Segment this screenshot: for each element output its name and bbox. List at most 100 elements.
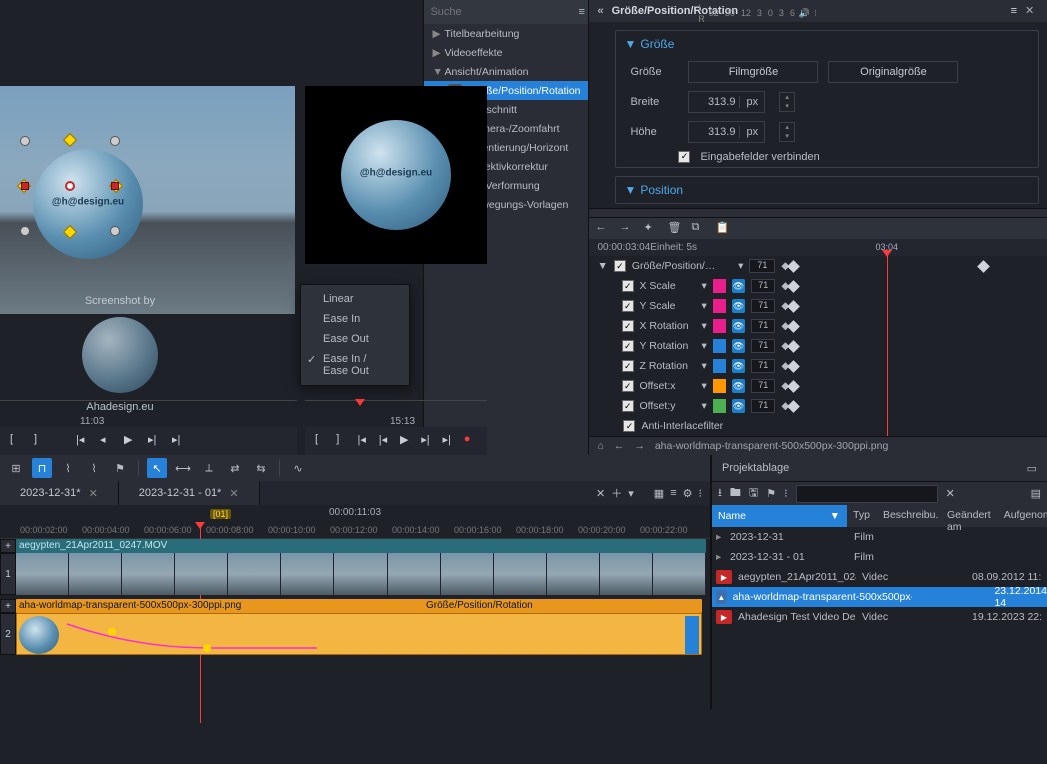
list-view-icon[interactable]: ≡ — [670, 487, 676, 499]
goto-start-icon[interactable]: |◂ — [358, 433, 371, 449]
film-size-button[interactable]: Filmgröße — [688, 61, 818, 83]
prev-frame-icon[interactable]: ◂ — [100, 433, 116, 449]
keyframe-diamond-icon[interactable] — [788, 380, 801, 393]
height-input[interactable]: 313.9px — [688, 121, 765, 143]
range-tool-icon[interactable]: ⟷ — [173, 458, 193, 478]
track-add-2[interactable]: + — [0, 599, 16, 613]
mark-in-icon[interactable]: [ — [315, 433, 328, 449]
kf-track-offset-y[interactable]: ✓Offset:y▾👁71◆ — [589, 396, 789, 416]
view-toggle-icon[interactable]: ▤ — [1031, 487, 1041, 500]
copy-icon[interactable]: ⧉ — [691, 221, 707, 237]
keyframe-diamond-icon[interactable] — [788, 360, 801, 373]
plus-icon[interactable]: ＋ — [611, 485, 622, 501]
keyframe-diamond-icon[interactable] — [788, 300, 801, 313]
kf-lane-row[interactable] — [789, 316, 1047, 336]
col-aufgenomm.[interactable]: Aufgenomm. — [998, 505, 1047, 527]
pointer-tool-icon[interactable]: ↖ — [147, 458, 167, 478]
project-item[interactable]: ▶Ahadesign Test Video Delu…Videc19.12.20… — [712, 607, 1047, 627]
indent-left-icon[interactable]: ≡ — [578, 6, 584, 18]
meter-menu-icon[interactable]: ⁝ — [814, 8, 817, 19]
goto-end-icon[interactable]: ▸| — [172, 433, 188, 449]
width-input[interactable]: 313.9px — [688, 91, 765, 113]
height-stepper[interactable]: ▴▾ — [779, 122, 795, 142]
col-typ[interactable]: Typ — [847, 505, 877, 527]
more-icon[interactable]: ⁝ — [699, 487, 703, 500]
home-icon[interactable]: ⌂ — [597, 440, 603, 452]
kf-lane-row[interactable] — [789, 276, 1047, 296]
dropdown-icon[interactable]: ▾ — [628, 487, 634, 500]
kf-track-x-scale[interactable]: ✓X Scale▾👁71◆ — [589, 276, 789, 296]
marker-icon[interactable]: ⚑ — [110, 458, 130, 478]
ease-option-ease-in[interactable]: Ease In — [301, 309, 409, 329]
playhead-icon[interactable] — [355, 399, 365, 406]
kf-track-offset-x[interactable]: ✓Offset:x▾👁71◆ — [589, 376, 789, 396]
kf-lane-row[interactable] — [789, 256, 1047, 276]
razor-tool-icon[interactable]: ⟂ — [199, 458, 219, 478]
ease-option-ease-in-ease-out[interactable]: Ease In / Ease Out — [301, 349, 409, 381]
kf-lane-row[interactable] — [789, 376, 1047, 396]
play-icon[interactable]: ▶ — [400, 433, 413, 449]
save-icon[interactable]: 🖫 — [749, 484, 758, 503]
kf-track-gr-e-position-[interactable]: ▼✓Größe/Position/…▾71◆ — [589, 256, 789, 276]
project-item[interactable]: ▸2023-12-31Film — [712, 527, 1047, 547]
slide-tool-icon[interactable]: ⇆ — [251, 458, 271, 478]
kf-track-x-rotation[interactable]: ✓X Rotation▾👁71◆ — [589, 316, 789, 336]
link-fields-checkbox[interactable]: ✓ — [678, 151, 690, 163]
record-icon[interactable]: ● — [464, 433, 477, 449]
play-icon[interactable]: ▶ — [124, 433, 140, 449]
next-kf-icon[interactable]: → — [619, 221, 635, 237]
goto-start-icon[interactable]: |◂ — [76, 433, 92, 449]
keyframe-diamond-icon[interactable] — [788, 260, 801, 273]
next-frame-icon[interactable]: ▸| — [148, 433, 164, 449]
tool-a-icon[interactable]: ⊞ — [6, 458, 26, 478]
track-add-1[interactable]: + — [0, 539, 16, 553]
kf-lane-row[interactable] — [789, 396, 1047, 416]
anchor-point-icon[interactable] — [65, 181, 75, 191]
import-icon[interactable]: ⭳ — [718, 484, 722, 503]
curve-tool-icon[interactable]: ∿ — [288, 458, 308, 478]
paste-icon[interactable]: 📋 — [715, 221, 731, 237]
kf-track-anti-interlacefilter[interactable]: ✓Anti-Interlacefilter — [589, 416, 789, 436]
add-kf-icon[interactable]: ✦ — [643, 221, 659, 237]
close-icon[interactable]: ✕ — [1025, 4, 1039, 18]
more-icon[interactable]: ⁝ — [784, 487, 788, 500]
track-header-2[interactable]: 2 — [0, 613, 16, 655]
clip-video[interactable] — [16, 553, 706, 595]
track-header-1[interactable]: 1 — [0, 553, 16, 595]
back-icon[interactable]: ← — [614, 440, 625, 452]
effect-item-videoeffekte[interactable]: ▶Videoeffekte — [424, 43, 588, 62]
ease-option-ease-out[interactable]: Ease Out — [301, 329, 409, 349]
timeline-tab-2[interactable]: 2023-12-31 - 01*✕ — [119, 481, 260, 505]
add-icon[interactable]: ✕ — [596, 487, 605, 500]
mark-out-icon[interactable]: ] — [34, 433, 50, 449]
project-item[interactable]: ▲aha-worldmap-transparent-500x500px-300p… — [712, 587, 1047, 607]
kf-lane-row[interactable] — [789, 296, 1047, 316]
next-frame-icon[interactable]: ▸| — [421, 433, 434, 449]
keyframe-diamond-icon[interactable] — [788, 400, 801, 413]
mark-out-icon[interactable]: ] — [336, 433, 349, 449]
settings-icon[interactable]: ⚙ — [683, 487, 693, 500]
kf-lane-row[interactable] — [789, 416, 1047, 436]
fwd-icon[interactable]: → — [634, 440, 645, 452]
slip-tool-icon[interactable]: ⇄ — [225, 458, 245, 478]
width-stepper[interactable]: ▴▾ — [779, 92, 795, 112]
clip-video-header[interactable]: aegypten_21Apr2011_0247.MOV — [16, 539, 706, 553]
effects-search-input[interactable] — [430, 6, 572, 18]
clip-image[interactable] — [16, 613, 702, 655]
mark-in-icon[interactable]: [ — [10, 433, 26, 449]
timeline-ruler[interactable]: [01] 00:00:02:0000:00:04:0000:00:06:0000… — [0, 523, 710, 539]
kf-lane-row[interactable] — [789, 336, 1047, 356]
keyframe-diamond-icon[interactable] — [788, 340, 801, 353]
flag-icon[interactable]: ⚑ — [766, 487, 776, 500]
link2-icon[interactable]: ⌇ — [84, 458, 104, 478]
kf-track-y-rotation[interactable]: ✓Y Rotation▾👁71◆ — [589, 336, 789, 356]
source-monitor[interactable] — [0, 86, 295, 314]
folder-icon[interactable]: 🖿 — [730, 484, 741, 503]
snap-icon[interactable]: ⊓ — [32, 458, 52, 478]
maximize-icon[interactable]: ▭ — [1027, 462, 1037, 475]
clear-icon[interactable]: ✕ — [946, 487, 955, 500]
kf-lane-row[interactable] — [789, 356, 1047, 376]
kf-unit-select[interactable]: 5s — [686, 242, 697, 253]
transform-gizmo[interactable] — [25, 141, 115, 231]
project-item[interactable]: ▶aegypten_21Apr2011_0247…Videc08.09.2012… — [712, 567, 1047, 587]
